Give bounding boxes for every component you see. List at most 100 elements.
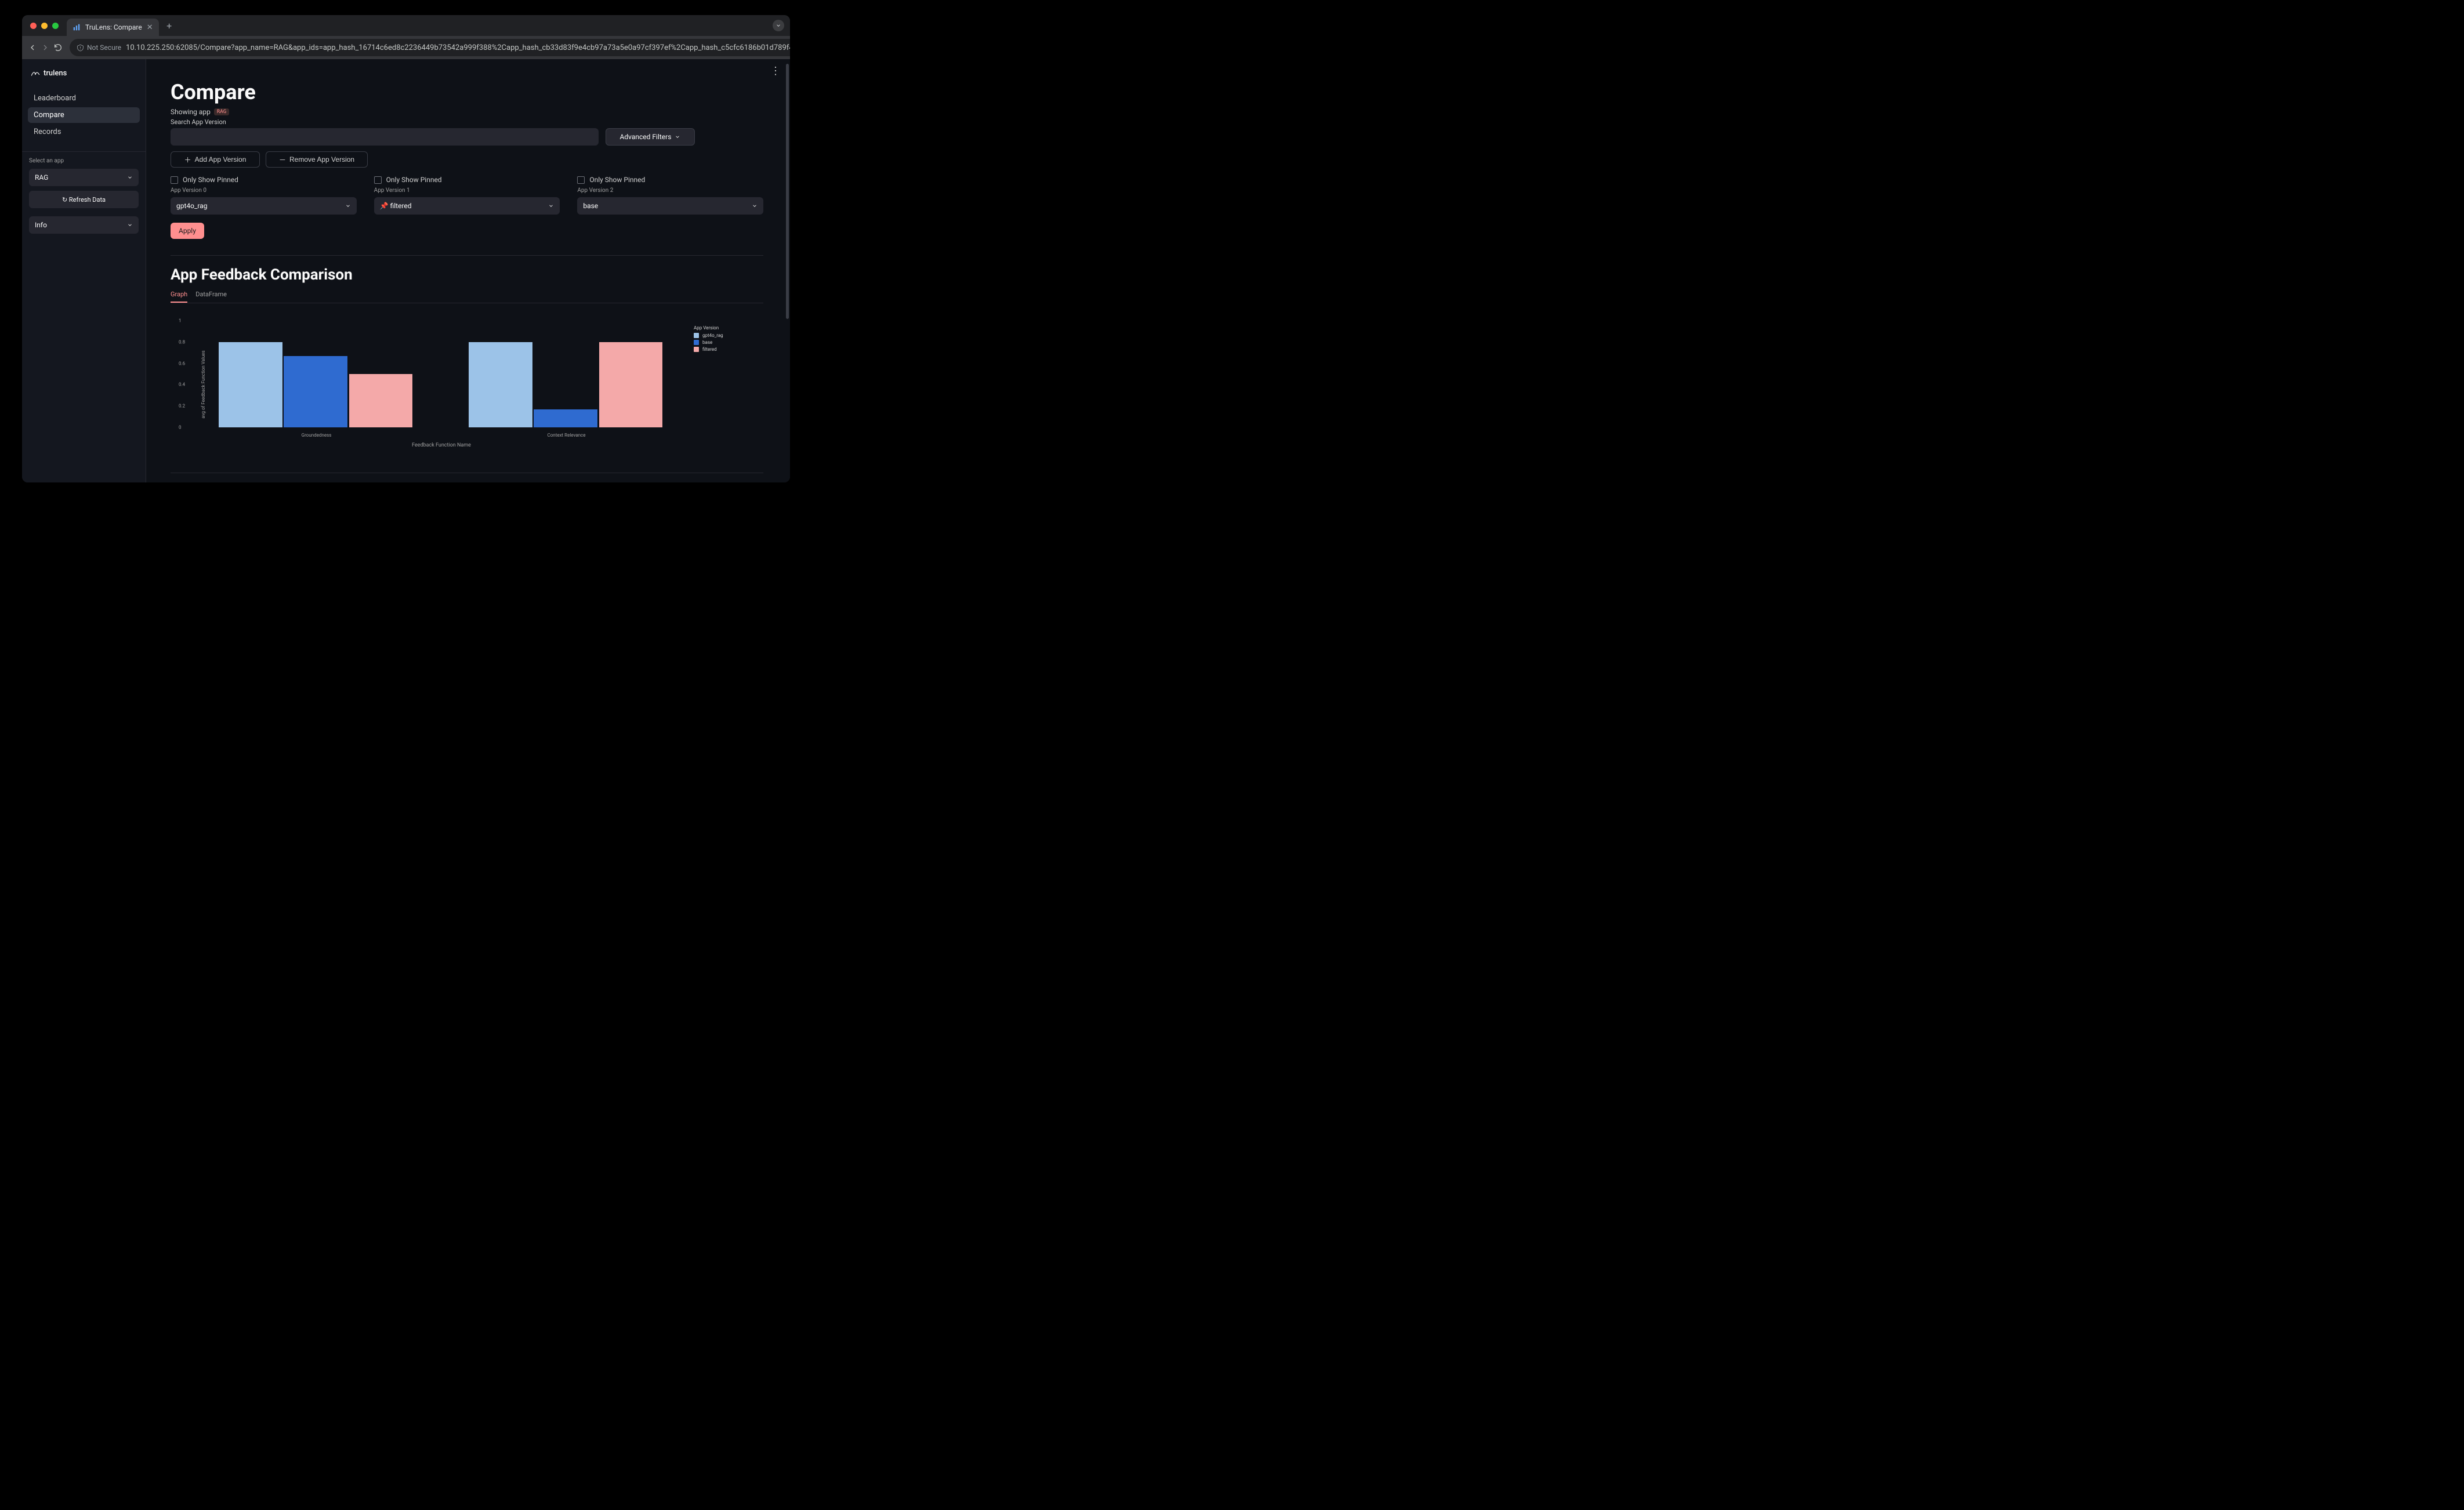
version-label-2: App Version 2	[577, 187, 763, 194]
sidebar-nav: Leaderboard Compare Records	[22, 87, 146, 146]
tab-graph[interactable]: Graph	[171, 288, 187, 303]
version-select-2[interactable]: base	[577, 197, 763, 215]
y-tick: 0.4	[179, 382, 185, 387]
x-axis-title: Feedback Function Name	[412, 442, 471, 448]
app-frame: trulens Leaderboard Compare Records Sele…	[22, 59, 790, 482]
sidebar-divider	[22, 151, 146, 152]
legend-swatch	[694, 340, 699, 345]
checkbox-icon	[577, 176, 585, 184]
chart: avg of Feedback Function Values Feedback…	[171, 321, 763, 448]
remove-version-label: Remove App Version	[289, 155, 354, 164]
bar-gpt4o_rag-groundedness	[219, 342, 282, 427]
bar-base-groundedness	[284, 356, 347, 427]
remove-app-version-button[interactable]: － Remove App Version	[266, 151, 368, 168]
chevron-down-icon	[127, 175, 133, 180]
only-pinned-check-2[interactable]: Only Show Pinned	[577, 176, 763, 184]
browser-toolbar: Not Secure 10.10.225.250:62085/Compare?a…	[22, 36, 790, 59]
version-value-1: 📌 filtered	[380, 202, 412, 210]
brand-text: trulens	[44, 69, 67, 78]
chevron-down-icon	[345, 203, 351, 209]
browser-tab[interactable]: TruLens: Compare ✕	[67, 19, 159, 36]
x-tick: Groundedness	[302, 433, 332, 438]
window-controls	[30, 23, 59, 29]
close-tab-icon[interactable]: ✕	[147, 23, 153, 32]
new-tab-button[interactable]: +	[162, 19, 176, 32]
reload-button[interactable]	[53, 40, 63, 55]
tab-strip: TruLens: Compare ✕ +	[22, 15, 790, 36]
only-pinned-check-1[interactable]: Only Show Pinned	[374, 176, 560, 184]
only-pinned-label: Only Show Pinned	[183, 176, 238, 184]
url-bar[interactable]: Not Secure 10.10.225.250:62085/Compare?a…	[70, 39, 790, 56]
advanced-filters-button[interactable]: Advanced Filters	[606, 128, 695, 146]
version-value-0: gpt4o_rag	[176, 202, 208, 210]
only-pinned-label: Only Show Pinned	[386, 176, 442, 184]
bar-filtered-context-relevance	[599, 342, 663, 427]
app-select-value: RAG	[35, 173, 48, 182]
chart-tabs: Graph DataFrame	[171, 288, 763, 303]
tab-dataframe[interactable]: DataFrame	[195, 288, 227, 303]
showing-label: Showing app	[171, 108, 211, 116]
only-pinned-label: Only Show Pinned	[589, 176, 645, 184]
chevron-down-icon	[127, 222, 133, 228]
legend-label: base	[702, 340, 712, 345]
bar-base-context-relevance	[534, 409, 597, 427]
apply-button[interactable]: Apply	[171, 223, 204, 239]
y-tick: 0.2	[179, 404, 185, 409]
bar-filtered-groundedness	[349, 374, 413, 427]
app-select[interactable]: RAG	[29, 169, 139, 186]
showing-tag: RAG	[214, 108, 229, 115]
tabs-dropdown[interactable]	[773, 20, 784, 31]
maximize-window[interactable]	[52, 23, 59, 29]
advanced-filters-label: Advanced Filters	[620, 133, 672, 141]
legend-item-gpt4o_rag[interactable]: gpt4o_rag	[694, 333, 763, 338]
minimize-window[interactable]	[41, 23, 48, 29]
info-expander[interactable]: Info	[29, 216, 139, 234]
add-version-label: Add App Version	[195, 155, 247, 164]
tab-title: TruLens: Compare	[85, 23, 142, 31]
close-window[interactable]	[30, 23, 37, 29]
sidebar-item-records[interactable]: Records	[28, 124, 140, 140]
select-app-label: Select an app	[29, 158, 139, 164]
y-tick: 0.8	[179, 339, 185, 344]
info-label: Info	[35, 221, 47, 229]
version-label-1: App Version 1	[374, 187, 560, 194]
bar-gpt4o_rag-context-relevance	[469, 342, 532, 427]
divider	[171, 255, 763, 256]
sidebar: trulens Leaderboard Compare Records Sele…	[22, 59, 146, 482]
security-chip[interactable]: Not Secure	[77, 43, 121, 52]
legend-label: gpt4o_rag	[702, 333, 723, 338]
version-label-0: App Version 0	[171, 187, 357, 194]
sidebar-item-leaderboard[interactable]: Leaderboard	[28, 90, 140, 106]
add-app-version-button[interactable]: ＋ Add App Version	[171, 151, 260, 168]
version-column-0: Only Show Pinned App Version 0 gpt4o_rag	[171, 176, 357, 215]
only-pinned-check-0[interactable]: Only Show Pinned	[171, 176, 357, 184]
legend-swatch	[694, 347, 699, 352]
search-label: Search App Version	[171, 118, 763, 126]
chevron-down-icon	[752, 203, 758, 209]
legend-title: App Version	[694, 325, 763, 331]
brand-logo: trulens	[30, 68, 67, 78]
version-column-1: Only Show Pinned App Version 1 📌 filtere…	[374, 176, 560, 215]
checkbox-icon	[374, 176, 382, 184]
version-column-2: Only Show Pinned App Version 2 base	[577, 176, 763, 215]
back-button[interactable]	[28, 40, 37, 55]
checkbox-icon	[171, 176, 178, 184]
chart-legend: App Version gpt4o_ragbase filtered	[694, 321, 763, 448]
plus-icon: ＋	[184, 155, 191, 165]
legend-item-base[interactable]: base	[694, 340, 763, 345]
y-tick: 0	[179, 425, 182, 430]
version-select-1[interactable]: 📌 filtered	[374, 197, 560, 215]
main-content: ⋮ Compare Showing app RAG Search App Ver…	[146, 59, 790, 482]
x-tick: Context Relevance	[548, 433, 586, 438]
y-tick: 1	[179, 318, 182, 324]
legend-item-filtered[interactable]: filtered	[694, 347, 763, 352]
forward-button[interactable]	[41, 40, 50, 55]
legend-swatch	[694, 333, 699, 338]
refresh-data-button[interactable]: ↻ Refresh Data	[29, 191, 139, 208]
y-tick: 0.6	[179, 361, 185, 366]
feedback-section-title: App Feedback Comparison	[171, 266, 763, 284]
chevron-down-icon	[548, 203, 554, 209]
sidebar-item-compare[interactable]: Compare	[28, 107, 140, 123]
version-select-0[interactable]: gpt4o_rag	[171, 197, 357, 215]
search-input[interactable]	[171, 128, 599, 146]
